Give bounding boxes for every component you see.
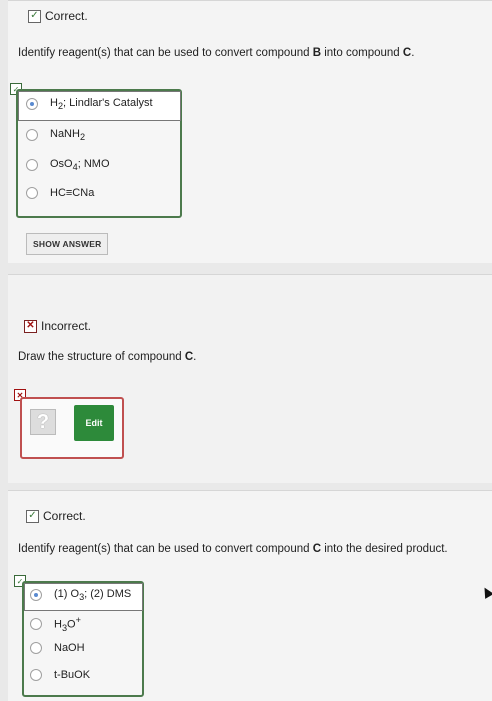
- radio-icon[interactable]: [26, 187, 38, 199]
- option-label: OsO4; NMO: [50, 158, 110, 173]
- question-mark-icon: ?: [30, 409, 56, 435]
- q3-question: Identify reagent(s) that can be used to …: [18, 543, 448, 555]
- q2-status: ✕ Incorrect.: [24, 319, 91, 333]
- option-label: NaOH: [54, 642, 85, 654]
- radio-icon[interactable]: [26, 159, 38, 172]
- q1-option-1[interactable]: H2; Lindlar's Catalyst: [26, 97, 153, 111]
- checkmark-icon: ✓: [26, 509, 39, 523]
- radio-icon[interactable]: [30, 669, 42, 681]
- q1-status: ✓ Correct.: [28, 9, 88, 23]
- show-answer-button[interactable]: SHOW ANSWER: [26, 233, 109, 255]
- question-1-panel: ✓ Correct. Identify reagent(s) that can …: [8, 0, 492, 263]
- option-label: H3O+: [54, 615, 81, 633]
- q1-question: Identify reagent(s) that can be used to …: [18, 47, 415, 59]
- option-label: NaNH2: [50, 128, 86, 143]
- checkmark-icon: ✓: [28, 9, 41, 23]
- question-2-panel: ✕ Incorrect. Draw the structure of compo…: [8, 274, 492, 483]
- q1-option-3[interactable]: OsO4; NMO: [26, 158, 110, 172]
- question-3-panel: ✓ Correct. Identify reagent(s) that can …: [8, 490, 492, 701]
- q1-option-2[interactable]: NaNH2: [26, 128, 85, 142]
- q2-question: Draw the structure of compound C.: [18, 351, 197, 363]
- q3-option-2[interactable]: H3O+: [30, 615, 81, 633]
- q3-option-3[interactable]: NaOH: [30, 642, 85, 654]
- option-label: t-BuOK: [54, 669, 91, 681]
- q3-status: ✓ Correct.: [26, 509, 86, 523]
- drawing-box: ? Edit: [20, 397, 124, 459]
- radio-icon[interactable]: [30, 617, 42, 630]
- option-label: HC≡CNa: [50, 187, 95, 199]
- radio-icon[interactable]: [26, 98, 38, 111]
- q3-option-4[interactable]: t-BuOK: [30, 669, 90, 681]
- edit-button[interactable]: Edit: [74, 405, 114, 441]
- q1-option-4[interactable]: HC≡CNa: [26, 187, 94, 199]
- radio-icon[interactable]: [30, 642, 42, 654]
- q3-option-1[interactable]: (1) O3; (2) DMS: [30, 588, 131, 602]
- x-mark-icon: ✕: [24, 319, 37, 333]
- cursor-icon: [480, 585, 492, 599]
- radio-icon[interactable]: [26, 129, 38, 142]
- radio-icon[interactable]: [30, 589, 42, 602]
- option-label: (1) O3; (2) DMS: [54, 588, 132, 603]
- option-label: H2; Lindlar's Catalyst: [50, 97, 153, 112]
